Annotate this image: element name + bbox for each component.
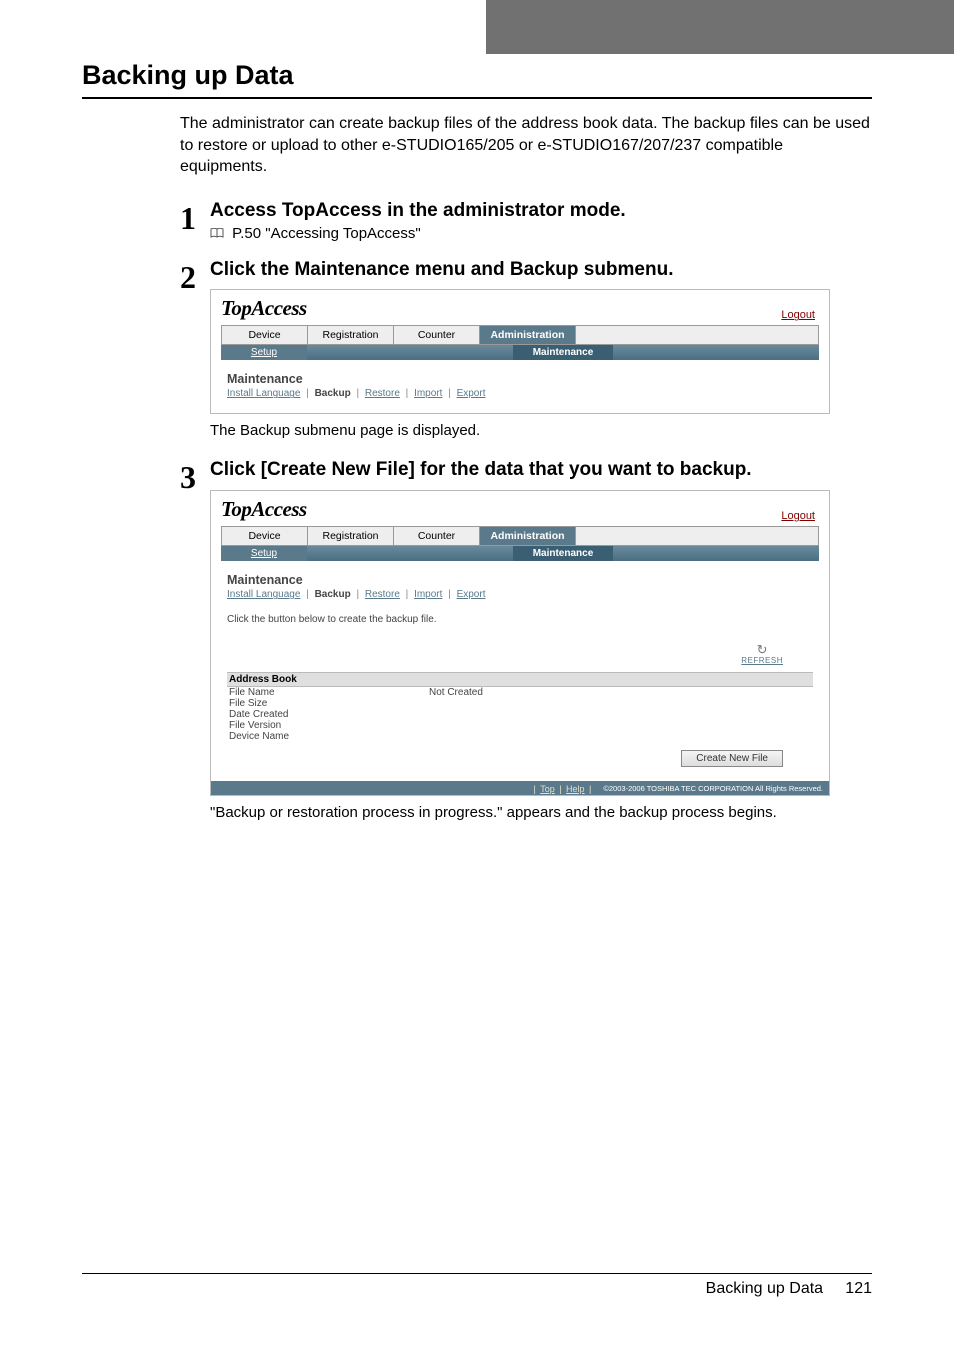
sublink-import[interactable]: Import bbox=[414, 589, 442, 600]
sublink-install-language[interactable]: Install Language bbox=[227, 589, 300, 600]
topaccess-logo: TopAccess bbox=[221, 296, 307, 321]
tab-registration[interactable]: Registration bbox=[308, 326, 394, 344]
label-file-size: File Size bbox=[229, 698, 429, 709]
step-caption: "Backup or restoration process in progre… bbox=[210, 804, 872, 821]
sublink-export[interactable]: Export bbox=[457, 589, 486, 600]
step-number: 3 bbox=[180, 461, 210, 493]
tab-registration[interactable]: Registration bbox=[308, 527, 394, 545]
sublink-backup[interactable]: Backup bbox=[315, 589, 351, 600]
screenshot-backup-menu: TopAccess Logout Device Registration Cou… bbox=[210, 289, 830, 414]
intro-paragraph: The administrator can create backup file… bbox=[180, 113, 872, 178]
row-file-version: File Version bbox=[227, 720, 813, 731]
sublink-install-language[interactable]: Install Language bbox=[227, 388, 300, 399]
footer-rule bbox=[82, 1273, 872, 1274]
tab-administration[interactable]: Administration bbox=[480, 326, 576, 344]
sublink-restore[interactable]: Restore bbox=[365, 388, 400, 399]
logout-link[interactable]: Logout bbox=[781, 309, 815, 321]
page-footer: Backing up Data 121 bbox=[82, 1273, 872, 1298]
step-2: 2 Click the Maintenance menu and Backup … bbox=[180, 259, 872, 454]
sublink-export[interactable]: Export bbox=[457, 388, 486, 399]
sublink-restore[interactable]: Restore bbox=[365, 589, 400, 600]
subtab-maintenance[interactable]: Maintenance bbox=[513, 345, 613, 360]
step-number: 2 bbox=[180, 261, 210, 293]
bottom-bar: | Top | Help | ©2003-2006 TOSHIBA TEC CO… bbox=[211, 781, 829, 795]
create-new-file-button[interactable]: Create New File bbox=[681, 750, 783, 767]
sublink-import[interactable]: Import bbox=[414, 388, 442, 399]
heading-rule bbox=[82, 97, 872, 99]
subtab-setup[interactable]: Setup bbox=[221, 345, 307, 360]
refresh-label: REFRESH bbox=[741, 656, 783, 665]
tab-counter[interactable]: Counter bbox=[394, 326, 480, 344]
step-3: 3 Click [Create New File] for the data t… bbox=[180, 459, 872, 835]
screenshot-create-new-file: TopAccess Logout Device Registration Cou… bbox=[210, 490, 830, 796]
refresh-icon: ↻ bbox=[757, 642, 768, 657]
header-gray-block bbox=[486, 0, 954, 54]
tab-device[interactable]: Device bbox=[222, 326, 308, 344]
tab-administration[interactable]: Administration bbox=[480, 527, 576, 545]
refresh-link[interactable]: ↻ REFRESH bbox=[741, 643, 783, 665]
subtab-setup[interactable]: Setup bbox=[221, 546, 307, 561]
book-icon bbox=[210, 226, 224, 243]
maintenance-submenu: Install Language | Backup | Restore | Im… bbox=[227, 589, 813, 600]
cross-reference: P.50 "Accessing TopAccess" bbox=[232, 225, 421, 242]
bottom-link-help[interactable]: Help bbox=[566, 784, 585, 794]
maintenance-heading: Maintenance bbox=[227, 573, 813, 587]
subtab-maintenance[interactable]: Maintenance bbox=[513, 546, 613, 561]
row-file-name: File Name Not Created bbox=[227, 687, 813, 698]
maintenance-submenu: Install Language | Backup | Restore | Im… bbox=[227, 388, 813, 399]
label-date-created: Date Created bbox=[229, 709, 429, 720]
step-heading: Access TopAccess in the administrator mo… bbox=[210, 200, 872, 223]
step-heading: Click the Maintenance menu and Backup su… bbox=[210, 259, 872, 282]
address-book-header: Address Book bbox=[227, 672, 813, 687]
step-number: 1 bbox=[180, 202, 210, 234]
step-caption: The Backup submenu page is displayed. bbox=[210, 422, 872, 439]
row-file-size: File Size bbox=[227, 698, 813, 709]
label-file-version: File Version bbox=[229, 720, 429, 731]
maintenance-heading: Maintenance bbox=[227, 372, 813, 386]
label-device-name: Device Name bbox=[229, 731, 429, 742]
value-file-name: Not Created bbox=[429, 687, 483, 698]
hint-text: Click the button below to create the bac… bbox=[227, 614, 813, 625]
footer-label: Backing up Data bbox=[706, 1280, 823, 1297]
step-heading: Click [Create New File] for the data tha… bbox=[210, 459, 872, 482]
section-heading: Backing up Data bbox=[82, 60, 872, 91]
row-device-name: Device Name bbox=[227, 731, 813, 742]
bottom-link-top[interactable]: Top bbox=[540, 784, 555, 794]
logout-link[interactable]: Logout bbox=[781, 510, 815, 522]
label-file-name: File Name bbox=[229, 687, 429, 698]
tab-device[interactable]: Device bbox=[222, 527, 308, 545]
tab-counter[interactable]: Counter bbox=[394, 527, 480, 545]
row-date-created: Date Created bbox=[227, 709, 813, 720]
topaccess-logo: TopAccess bbox=[221, 497, 307, 522]
copyright-text: ©2003-2006 TOSHIBA TEC CORPORATION All R… bbox=[603, 784, 823, 793]
step-1: 1 Access TopAccess in the administrator … bbox=[180, 200, 872, 253]
sublink-backup[interactable]: Backup bbox=[315, 388, 351, 399]
page-number: 121 bbox=[845, 1280, 872, 1297]
